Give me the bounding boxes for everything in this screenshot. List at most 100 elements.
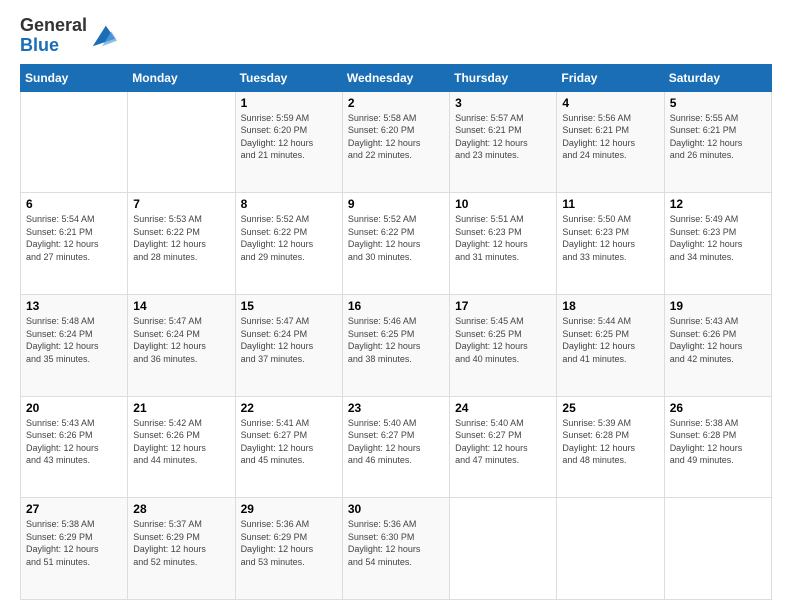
day-info: Sunrise: 5:57 AMSunset: 6:21 PMDaylight:… bbox=[455, 112, 551, 162]
day-info: Sunrise: 5:44 AMSunset: 6:25 PMDaylight:… bbox=[562, 315, 658, 365]
calendar-cell: 1 Sunrise: 5:59 AMSunset: 6:20 PMDaylight… bbox=[235, 91, 342, 193]
day-number: 2 bbox=[348, 96, 444, 110]
calendar-cell: 16 Sunrise: 5:46 AMSunset: 6:25 PMDayligh… bbox=[342, 294, 449, 396]
calendar-cell bbox=[450, 498, 557, 600]
day-info: Sunrise: 5:42 AMSunset: 6:26 PMDaylight:… bbox=[133, 417, 229, 467]
calendar-cell: 6 Sunrise: 5:54 AMSunset: 6:21 PMDaylight… bbox=[21, 193, 128, 295]
day-info: Sunrise: 5:58 AMSunset: 6:20 PMDaylight:… bbox=[348, 112, 444, 162]
calendar-cell: 20 Sunrise: 5:43 AMSunset: 6:26 PMDayligh… bbox=[21, 396, 128, 498]
day-number: 10 bbox=[455, 197, 551, 211]
day-number: 14 bbox=[133, 299, 229, 313]
day-number: 27 bbox=[26, 502, 122, 516]
day-number: 8 bbox=[241, 197, 337, 211]
logo-icon bbox=[89, 22, 117, 50]
calendar-cell: 24 Sunrise: 5:40 AMSunset: 6:27 PMDayligh… bbox=[450, 396, 557, 498]
calendar-cell: 10 Sunrise: 5:51 AMSunset: 6:23 PMDayligh… bbox=[450, 193, 557, 295]
day-number: 6 bbox=[26, 197, 122, 211]
calendar-cell: 7 Sunrise: 5:53 AMSunset: 6:22 PMDaylight… bbox=[128, 193, 235, 295]
logo-text: General Blue bbox=[20, 16, 87, 56]
logo-blue: Blue bbox=[20, 35, 59, 55]
day-number: 16 bbox=[348, 299, 444, 313]
day-info: Sunrise: 5:49 AMSunset: 6:23 PMDaylight:… bbox=[670, 213, 766, 263]
calendar-cell bbox=[21, 91, 128, 193]
day-number: 18 bbox=[562, 299, 658, 313]
day-number: 24 bbox=[455, 401, 551, 415]
day-info: Sunrise: 5:43 AMSunset: 6:26 PMDaylight:… bbox=[26, 417, 122, 467]
calendar-day-header: Tuesday bbox=[235, 64, 342, 91]
logo-general: General bbox=[20, 15, 87, 35]
calendar-day-header: Thursday bbox=[450, 64, 557, 91]
day-info: Sunrise: 5:46 AMSunset: 6:25 PMDaylight:… bbox=[348, 315, 444, 365]
calendar-cell bbox=[557, 498, 664, 600]
day-number: 25 bbox=[562, 401, 658, 415]
day-number: 26 bbox=[670, 401, 766, 415]
calendar-cell: 4 Sunrise: 5:56 AMSunset: 6:21 PMDaylight… bbox=[557, 91, 664, 193]
calendar-cell: 13 Sunrise: 5:48 AMSunset: 6:24 PMDayligh… bbox=[21, 294, 128, 396]
calendar-cell: 28Sunrise: 5:37 AMSunset: 6:29 PMDayligh… bbox=[128, 498, 235, 600]
calendar-cell bbox=[128, 91, 235, 193]
day-info: Sunrise: 5:51 AMSunset: 6:23 PMDaylight:… bbox=[455, 213, 551, 263]
calendar-week-row: 1 Sunrise: 5:59 AMSunset: 6:20 PMDaylight… bbox=[21, 91, 772, 193]
day-number: 7 bbox=[133, 197, 229, 211]
logo: General Blue bbox=[20, 16, 117, 56]
calendar-day-header: Wednesday bbox=[342, 64, 449, 91]
calendar-cell: 3 Sunrise: 5:57 AMSunset: 6:21 PMDaylight… bbox=[450, 91, 557, 193]
calendar-cell: 9Sunrise: 5:52 AMSunset: 6:22 PMDaylight… bbox=[342, 193, 449, 295]
calendar-cell: 12Sunrise: 5:49 AMSunset: 6:23 PMDayligh… bbox=[664, 193, 771, 295]
day-number: 13 bbox=[26, 299, 122, 313]
day-info: Sunrise: 5:53 AMSunset: 6:22 PMDaylight:… bbox=[133, 213, 229, 263]
calendar-cell bbox=[664, 498, 771, 600]
page: General Blue SundayMondayTuesdayWednesda… bbox=[0, 0, 792, 612]
day-number: 28 bbox=[133, 502, 229, 516]
day-info: Sunrise: 5:52 AMSunset: 6:22 PMDaylight:… bbox=[241, 213, 337, 263]
calendar-cell: 15 Sunrise: 5:47 AMSunset: 6:24 PMDayligh… bbox=[235, 294, 342, 396]
day-number: 3 bbox=[455, 96, 551, 110]
calendar-cell: 25 Sunrise: 5:39 AMSunset: 6:28 PMDayligh… bbox=[557, 396, 664, 498]
day-info: Sunrise: 5:39 AMSunset: 6:28 PMDaylight:… bbox=[562, 417, 658, 467]
day-number: 21 bbox=[133, 401, 229, 415]
calendar-cell: 21 Sunrise: 5:42 AMSunset: 6:26 PMDayligh… bbox=[128, 396, 235, 498]
day-number: 19 bbox=[670, 299, 766, 313]
day-info: Sunrise: 5:40 AMSunset: 6:27 PMDaylight:… bbox=[455, 417, 551, 467]
calendar-day-header: Sunday bbox=[21, 64, 128, 91]
day-info: Sunrise: 5:47 AMSunset: 6:24 PMDaylight:… bbox=[241, 315, 337, 365]
day-info: Sunrise: 5:43 AMSunset: 6:26 PMDaylight:… bbox=[670, 315, 766, 365]
day-number: 1 bbox=[241, 96, 337, 110]
calendar-week-row: 20 Sunrise: 5:43 AMSunset: 6:26 PMDayligh… bbox=[21, 396, 772, 498]
day-info: Sunrise: 5:47 AMSunset: 6:24 PMDaylight:… bbox=[133, 315, 229, 365]
day-info: Sunrise: 5:40 AMSunset: 6:27 PMDaylight:… bbox=[348, 417, 444, 467]
day-number: 15 bbox=[241, 299, 337, 313]
calendar-day-header: Monday bbox=[128, 64, 235, 91]
calendar-day-header: Saturday bbox=[664, 64, 771, 91]
day-number: 29 bbox=[241, 502, 337, 516]
day-info: Sunrise: 5:48 AMSunset: 6:24 PMDaylight:… bbox=[26, 315, 122, 365]
calendar-table: SundayMondayTuesdayWednesdayThursdayFrid… bbox=[20, 64, 772, 600]
day-number: 30 bbox=[348, 502, 444, 516]
calendar-week-row: 13 Sunrise: 5:48 AMSunset: 6:24 PMDayligh… bbox=[21, 294, 772, 396]
calendar-cell: 2 Sunrise: 5:58 AMSunset: 6:20 PMDaylight… bbox=[342, 91, 449, 193]
calendar-cell: 23Sunrise: 5:40 AMSunset: 6:27 PMDayligh… bbox=[342, 396, 449, 498]
day-info: Sunrise: 5:54 AMSunset: 6:21 PMDaylight:… bbox=[26, 213, 122, 263]
day-number: 9 bbox=[348, 197, 444, 211]
calendar-cell: 27 Sunrise: 5:38 AMSunset: 6:29 PMDayligh… bbox=[21, 498, 128, 600]
day-number: 22 bbox=[241, 401, 337, 415]
day-info: Sunrise: 5:59 AMSunset: 6:20 PMDaylight:… bbox=[241, 112, 337, 162]
calendar-cell: 29Sunrise: 5:36 AMSunset: 6:29 PMDayligh… bbox=[235, 498, 342, 600]
day-info: Sunrise: 5:45 AMSunset: 6:25 PMDaylight:… bbox=[455, 315, 551, 365]
calendar-cell: 11 Sunrise: 5:50 AMSunset: 6:23 PMDayligh… bbox=[557, 193, 664, 295]
day-info: Sunrise: 5:38 AMSunset: 6:29 PMDaylight:… bbox=[26, 518, 122, 568]
calendar-week-row: 27 Sunrise: 5:38 AMSunset: 6:29 PMDayligh… bbox=[21, 498, 772, 600]
calendar-day-header: Friday bbox=[557, 64, 664, 91]
day-info: Sunrise: 5:56 AMSunset: 6:21 PMDaylight:… bbox=[562, 112, 658, 162]
calendar-cell: 18 Sunrise: 5:44 AMSunset: 6:25 PMDayligh… bbox=[557, 294, 664, 396]
calendar-cell: 19 Sunrise: 5:43 AMSunset: 6:26 PMDayligh… bbox=[664, 294, 771, 396]
day-number: 11 bbox=[562, 197, 658, 211]
day-number: 5 bbox=[670, 96, 766, 110]
day-info: Sunrise: 5:50 AMSunset: 6:23 PMDaylight:… bbox=[562, 213, 658, 263]
day-number: 4 bbox=[562, 96, 658, 110]
day-info: Sunrise: 5:55 AMSunset: 6:21 PMDaylight:… bbox=[670, 112, 766, 162]
day-number: 20 bbox=[26, 401, 122, 415]
calendar-week-row: 6 Sunrise: 5:54 AMSunset: 6:21 PMDaylight… bbox=[21, 193, 772, 295]
calendar-cell: 30Sunrise: 5:36 AMSunset: 6:30 PMDayligh… bbox=[342, 498, 449, 600]
calendar-cell: 8 Sunrise: 5:52 AMSunset: 6:22 PMDaylight… bbox=[235, 193, 342, 295]
